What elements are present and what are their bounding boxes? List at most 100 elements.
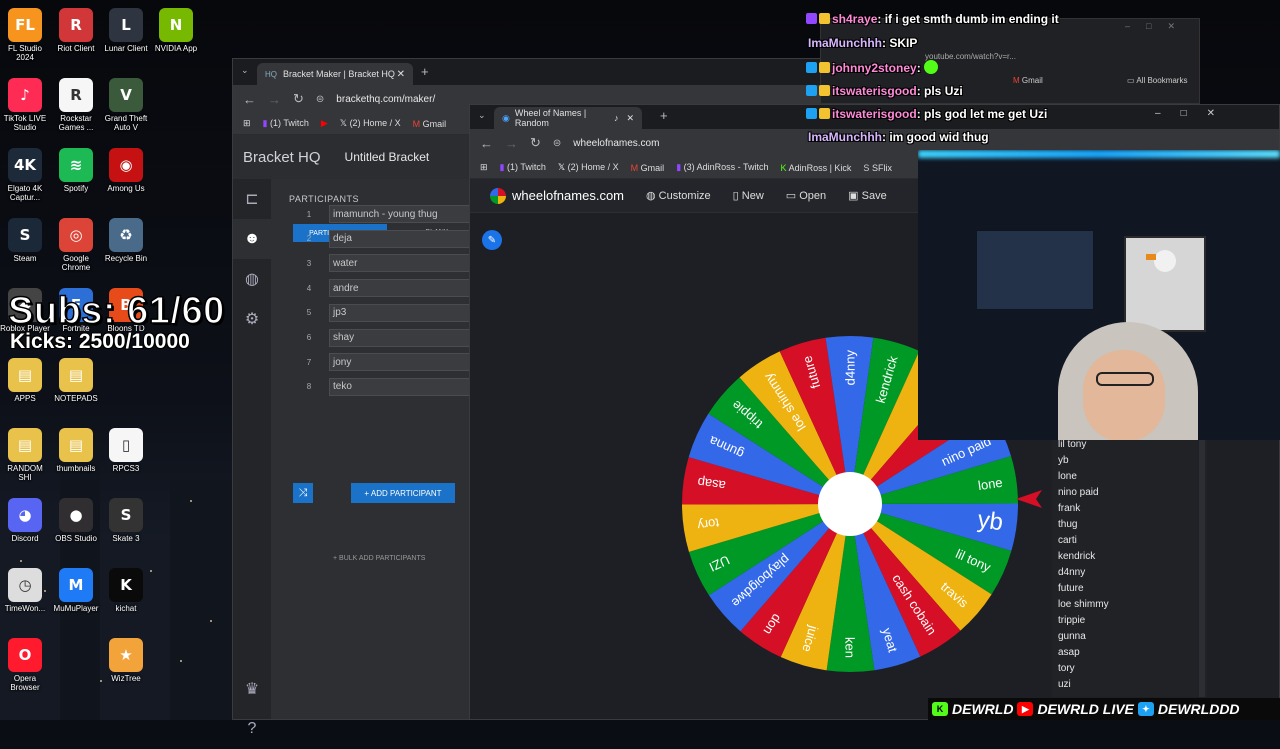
desktop-icon-apps[interactable]: ▤ APPS (0, 358, 50, 403)
name-list-item[interactable]: future (1058, 583, 1084, 594)
desktop-icon-spotify[interactable]: ≋ Spotify (51, 148, 101, 193)
save-button[interactable]: ▣ Save (848, 189, 887, 202)
back-icon[interactable]: ← (480, 136, 493, 151)
desktop-icon-wiztree[interactable]: ★ WizTree (101, 638, 151, 683)
desktop-icon-recycle-bin[interactable]: ♻ Recycle Bin (101, 218, 151, 263)
address-bar[interactable]: wheelofnames.com (573, 138, 659, 149)
bulk-add-link[interactable]: + BULK ADD PARTICIPANTS (333, 555, 425, 562)
participant-input[interactable]: deja (329, 229, 475, 248)
add-participant-button[interactable]: + ADD PARTICIPANT (351, 483, 455, 503)
participant-input[interactable]: shay (329, 328, 475, 347)
tab-search-icon[interactable]: ⌄ (241, 65, 249, 76)
bookmark-2-home-x[interactable]: 𝕏 (2) Home / X (558, 162, 619, 173)
help-icon[interactable]: ? (233, 709, 271, 749)
name-list-item[interactable]: nino paid (1058, 487, 1099, 498)
name-list-item[interactable]: yb (1058, 455, 1069, 466)
settings-icon[interactable]: ⚙ (233, 299, 271, 339)
desktop-icon-thumbnails[interactable]: ▤ thumbnails (51, 428, 101, 473)
desktop-icon-kichat[interactable]: Kkichat (101, 568, 151, 613)
apps-grid-icon[interactable]: ⊞ (243, 118, 251, 129)
participant-input[interactable]: teko (329, 377, 475, 396)
bookmark-youtube[interactable]: ▶ (321, 118, 328, 129)
bookmark-gmail[interactable]: M Gmail (631, 163, 665, 173)
participant-input[interactable]: water (329, 254, 475, 273)
desktop-icon-rockstar-games[interactable]: R Rockstar Games ... (51, 78, 101, 132)
desktop-icon-among-us[interactable]: ◉ Among Us (101, 148, 151, 193)
name-list-item[interactable]: thug (1058, 519, 1077, 530)
back-icon[interactable]: ← (243, 92, 256, 107)
desktop-icon-fl-studio-2024[interactable]: FL FL Studio 2024 (0, 8, 50, 62)
forward-icon[interactable]: → (268, 92, 281, 107)
desktop-icon-timewon[interactable]: ◷ TimeWon... (0, 568, 50, 613)
audio-icon[interactable]: ♪ (614, 113, 619, 123)
tab-search-icon[interactable]: ⌄ (478, 110, 486, 121)
name-list-item[interactable]: gunna (1058, 631, 1086, 642)
palette-icon[interactable]: ◍ (233, 259, 271, 299)
names-scrollbar[interactable] (1199, 437, 1205, 697)
desktop-icon-tiktok-live-studio[interactable]: ♪ TikTok LIVE Studio (0, 78, 50, 132)
minimize-icon[interactable]: – (1155, 108, 1181, 119)
name-list-item[interactable]: carti (1058, 535, 1077, 546)
new-tab-icon[interactable]: + (421, 64, 429, 79)
edit-pencil-icon[interactable]: ✎ (482, 230, 502, 250)
maximize-icon[interactable]: □ (1181, 108, 1207, 119)
desktop-icon-discord[interactable]: ◕ Discord (0, 498, 50, 543)
desktop-icon-google-chrome[interactable]: ◎ Google Chrome (51, 218, 101, 272)
customize-button[interactable]: ◍ Customize (646, 189, 711, 202)
address-bar[interactable]: brackethq.com/maker/ (336, 94, 435, 105)
tab-wheel-of-names[interactable]: ◉ Wheel of Names | Random ♪ ✕ (494, 107, 642, 129)
bookmark-1-twitch[interactable]: ▮ (1) Twitch (500, 162, 546, 173)
participant-input[interactable]: imamunch - young thug (329, 205, 475, 223)
desktop-icon-grand-theft-auto-v[interactable]: V Grand Theft Auto V (101, 78, 151, 132)
bracket-hq-logo[interactable]: Bracket HQ (243, 149, 321, 166)
forward-icon[interactable]: → (505, 136, 518, 151)
desktop-icon-nvidia-app[interactable]: N NVIDIA App (151, 8, 201, 53)
bookmark-x[interactable]: 𝕏 (2) Home / X (340, 118, 401, 129)
name-list-item[interactable]: uzi (1058, 679, 1071, 690)
site-info-icon[interactable]: ⊜ (553, 138, 561, 149)
name-list-item[interactable]: loe shimmy (1058, 599, 1109, 610)
desktop-icon-notepads[interactable]: ▤ NOTEPADS (51, 358, 101, 403)
desktop-icon-elgato-4k-captur[interactable]: 4K Elgato 4K Captur... (0, 148, 50, 202)
bracket-icon[interactable]: ⊏ (233, 179, 271, 219)
all-bookmarks[interactable]: ▭ All Bookmarks (1127, 76, 1187, 85)
desktop-icon-riot-client[interactable]: R Riot Client (51, 8, 101, 53)
close-tab-icon[interactable]: ✕ (626, 113, 634, 124)
wheel-center-button[interactable] (818, 472, 882, 536)
desktop-icon-lunar-client[interactable]: L Lunar Client (101, 8, 151, 53)
desktop-icon-skate-3[interactable]: S Skate 3 (101, 498, 151, 543)
desktop-icon-opera-browser[interactable]: O Opera Browser (0, 638, 50, 692)
apps-grid-icon[interactable]: ⊞ (480, 162, 488, 173)
new-tab-icon[interactable]: + (660, 108, 668, 123)
name-list-item[interactable]: frank (1058, 503, 1080, 514)
shuffle-button[interactable]: ⤨ (293, 483, 313, 503)
bookmark-sflix[interactable]: S SFlix (863, 163, 892, 173)
name-list-item[interactable]: d4nny (1058, 567, 1085, 578)
names-list[interactable]: lil tony yb lone nino paid frank thug carti ken… (1052, 437, 1207, 697)
reload-icon[interactable]: ↻ (530, 135, 541, 151)
name-list-item[interactable]: kendrick (1058, 551, 1095, 562)
bookmark-3-adinross-twitch[interactable]: ▮ (3) AdinRoss - Twitch (676, 162, 768, 173)
close-tab-icon[interactable]: ✕ (397, 69, 405, 80)
desktop-icon-steam[interactable]: S Steam (0, 218, 50, 263)
bracket-title[interactable]: Untitled Bracket (345, 150, 430, 164)
desktop-icon-obs-studio[interactable]: ● OBS Studio (51, 498, 101, 543)
desktop-icon-random-shi[interactable]: ▤ RANDOM SHI (0, 428, 50, 482)
bookmark-twitch[interactable]: ▮ (1) Twitch (263, 118, 309, 129)
tab-bracket-hq[interactable]: HQ Bracket Maker | Bracket HQ ✕ (257, 63, 413, 85)
crown-icon[interactable]: ♛ (233, 669, 271, 709)
name-list-item[interactable]: lil tony (1058, 439, 1086, 450)
participant-input[interactable]: jp3 (329, 303, 475, 322)
participant-input[interactable]: jony (329, 353, 475, 372)
desktop-icon-mumuplayer[interactable]: M MuMuPlayer (51, 568, 101, 613)
name-list-item[interactable]: trippie (1058, 615, 1085, 626)
name-list-item[interactable]: lone (1058, 471, 1077, 482)
reload-icon[interactable]: ↻ (293, 91, 304, 107)
close-icon[interactable]: ✕ (1207, 108, 1235, 119)
new-button[interactable]: ▯ New (733, 189, 764, 202)
name-list-item[interactable]: asap (1058, 647, 1080, 658)
participant-input[interactable]: andre (329, 279, 475, 298)
site-info-icon[interactable]: ⊜ (316, 94, 324, 105)
wheel-logo[interactable]: wheelofnames.com (490, 187, 624, 204)
bookmark-gmail[interactable]: M Gmail (413, 119, 447, 129)
